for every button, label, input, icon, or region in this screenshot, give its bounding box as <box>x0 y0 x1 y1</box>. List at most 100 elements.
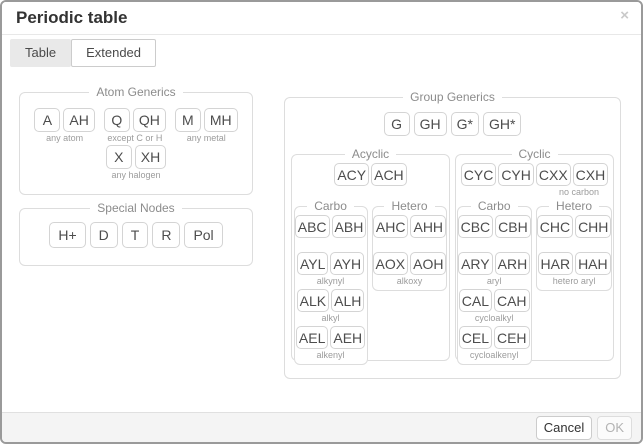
group-generics-top-row: GGHG*GH* <box>285 112 620 136</box>
ok-button[interactable]: OK <box>597 416 632 440</box>
button-row: AELAEH <box>295 326 367 349</box>
xh-button[interactable]: XH <box>135 145 166 169</box>
a-button[interactable]: A <box>34 108 60 132</box>
tab-table[interactable]: Table <box>10 39 71 67</box>
acyclic-hetero-rows: AHCAHHAOXAOHalkoxy <box>373 215 447 287</box>
button-row: CELCEH <box>458 326 531 349</box>
group-generics-fieldset: Group Generics GGHG*GH* Acyclic ACYACH C… <box>284 90 621 379</box>
atom-generics-fieldset: Atom Generics AAHany atomQQHexcept C or … <box>19 85 253 195</box>
caption: alkynyl <box>295 276 367 287</box>
page-title: Periodic table <box>16 8 127 28</box>
cyh-button[interactable]: CYH <box>498 163 534 186</box>
mh-button[interactable]: MH <box>204 108 238 132</box>
m-button[interactable]: M <box>175 108 201 132</box>
har-button[interactable]: HAR <box>538 252 574 275</box>
dialog-footer: Cancel OK <box>2 412 641 442</box>
acyclic-hetero-fieldset: Hetero AHCAHHAOXAOHalkoxy <box>372 199 448 291</box>
cyclic-fieldset: Cyclic CYCCYHCXXCXH no carbon Carbo CBCC… <box>455 147 614 361</box>
button-row: HARHAH <box>537 252 612 275</box>
carbo-legend: Carbo <box>471 199 518 213</box>
acyclic-subcolumns: Carbo ABCABHAYLAYHalkynylALKALHalkylAELA… <box>292 199 449 365</box>
tab-bar: Table Extended <box>10 39 156 67</box>
d-button[interactable]: D <box>90 222 118 248</box>
acyclic-top: ACYACH <box>292 163 449 199</box>
alk-button[interactable]: ALK <box>297 289 329 312</box>
cyc-button[interactable]: CYC <box>461 163 497 186</box>
ahc-button[interactable]: AHC <box>373 215 409 238</box>
caption: any halogen <box>111 170 160 181</box>
special-nodes-legend: Special Nodes <box>90 201 181 215</box>
acy-button[interactable]: ACY <box>334 163 369 186</box>
button-group: MMHany metal <box>175 108 238 144</box>
ary-button[interactable]: ARY <box>458 252 493 275</box>
h-plus-button[interactable]: H+ <box>49 222 85 248</box>
button-row: CALCAH <box>458 289 531 312</box>
ael-button[interactable]: AEL <box>296 326 328 349</box>
cxx-button[interactable]: CXX <box>536 163 571 186</box>
chc-button[interactable]: CHC <box>537 215 573 238</box>
t-button[interactable]: T <box>122 222 149 248</box>
tab-extended[interactable]: Extended <box>71 39 156 67</box>
caption: any atom <box>46 133 83 144</box>
button-group: AAHany atom <box>34 108 94 144</box>
caption: any metal <box>187 133 226 144</box>
abc-button[interactable]: ABC <box>295 215 330 238</box>
close-icon[interactable]: × <box>620 8 629 24</box>
ayl-button[interactable]: AYL <box>297 252 328 275</box>
cal-button[interactable]: CAL <box>459 289 492 312</box>
r-button[interactable]: R <box>152 222 180 248</box>
qh-button[interactable]: QH <box>133 108 166 132</box>
caption: alkoxy <box>373 276 447 287</box>
button-row: ARYARH <box>458 252 531 275</box>
acyclic-fieldset: Acyclic ACYACH Carbo ABCABHAYLAYHalkynyl… <box>291 147 450 361</box>
alh-button[interactable]: ALH <box>331 289 364 312</box>
button-row: QQH <box>104 108 166 132</box>
gh-button[interactable]: GH <box>414 112 447 136</box>
button-row: MMH <box>175 108 238 132</box>
acyclic-carbo-rows: ABCABHAYLAYHalkynylALKALHalkylAELAEHalke… <box>295 215 367 361</box>
button-row: ALKALH <box>295 289 367 312</box>
cyclic-hetero-rows: CHCCHHHARHAHhetero aryl <box>537 215 612 287</box>
aox-button[interactable]: AOX <box>373 252 409 275</box>
ayh-button[interactable]: AYH <box>330 252 364 275</box>
special-nodes-fieldset: Special Nodes H+DTRPol <box>19 201 253 266</box>
ceh-button[interactable]: CEH <box>494 326 530 349</box>
button-row: AYLAYH <box>295 252 367 275</box>
aoh-button[interactable]: AOH <box>410 252 446 275</box>
gh-star-button[interactable]: GH* <box>483 112 521 136</box>
atom-generics-groups: AAHany atomQQHexcept C or HMMHany metal <box>20 108 252 144</box>
cbc-button[interactable]: CBC <box>458 215 494 238</box>
button-row: ABCABH <box>295 215 367 238</box>
cancel-button[interactable]: Cancel <box>536 416 592 440</box>
cah-button[interactable]: CAH <box>494 289 530 312</box>
caption: cycloalkyl <box>458 313 531 324</box>
cyclic-top: CYCCYHCXXCXH no carbon <box>456 163 613 199</box>
x-button[interactable]: X <box>106 145 132 169</box>
hah-button[interactable]: HAH <box>575 252 611 275</box>
aeh-button[interactable]: AEH <box>330 326 365 349</box>
cxh-button[interactable]: CXH <box>573 163 609 186</box>
group-generics-legend: Group Generics <box>403 90 502 104</box>
caption <box>292 187 449 198</box>
acyclic-carbo-fieldset: Carbo ABCABHAYLAYHalkynylALKALHalkylAELA… <box>294 199 368 365</box>
atom-generics-second-row: XXH any halogen <box>20 145 252 181</box>
dialog-header: Periodic table × <box>2 2 641 35</box>
caption <box>295 239 367 250</box>
g-button[interactable]: G <box>384 112 410 136</box>
button-row: ACYACH <box>292 163 449 186</box>
button-row: XXH <box>106 145 166 169</box>
g-star-button[interactable]: G* <box>451 112 479 136</box>
cyclic-legend: Cyclic <box>512 147 558 161</box>
ach-button[interactable]: ACH <box>371 163 407 186</box>
abh-button[interactable]: ABH <box>332 215 367 238</box>
cbh-button[interactable]: CBH <box>495 215 531 238</box>
ahh-button[interactable]: AHH <box>410 215 446 238</box>
q-button[interactable]: Q <box>104 108 130 132</box>
caption: aryl <box>458 276 531 287</box>
arh-button[interactable]: ARH <box>495 252 531 275</box>
cel-button[interactable]: CEL <box>459 326 492 349</box>
chh-button[interactable]: CHH <box>575 215 611 238</box>
pol-button[interactable]: Pol <box>184 222 222 248</box>
ah-button[interactable]: AH <box>63 108 94 132</box>
button-row: CYCCYHCXXCXH <box>456 163 613 186</box>
